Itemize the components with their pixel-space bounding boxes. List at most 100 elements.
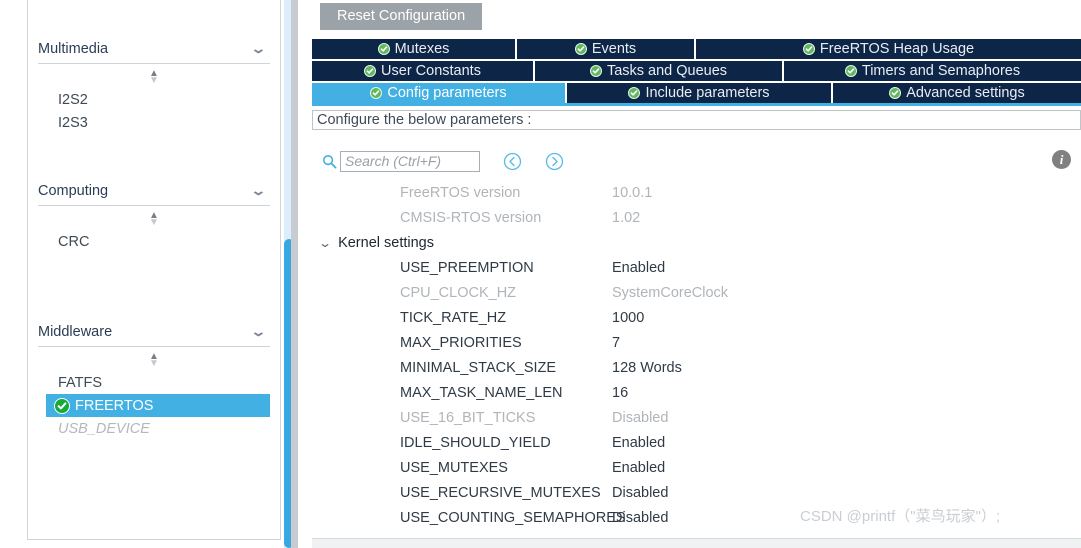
configure-hint-text: Configure the below parameters : — [317, 112, 532, 128]
check-circle-icon — [370, 87, 383, 99]
parameter-name: CMSIS-RTOS version — [400, 209, 542, 226]
parameter-name: FreeRTOS version — [400, 184, 521, 201]
check-circle-icon — [802, 43, 815, 55]
parameter-name: USE_RECURSIVE_MUTEXES — [400, 484, 601, 501]
tab-label: Include parameters — [645, 85, 770, 101]
search-next-button[interactable] — [544, 151, 564, 171]
check-circle-icon — [54, 397, 70, 414]
configure-hint-bar: Configure the below parameters : — [312, 110, 1081, 130]
chevron-down-icon: ⌄ — [250, 323, 267, 339]
parameter-row[interactable]: MAX_PRIORITIES 7 — [312, 330, 1081, 355]
info-icon[interactable]: i — [1052, 150, 1071, 169]
parameter-name: TICK_RATE_HZ — [400, 309, 507, 326]
tab-label: FreeRTOS Heap Usage — [819, 41, 975, 57]
sidebar-item-usb-device[interactable]: USB_DEVICE — [28, 417, 280, 440]
sort-updown-icon: ▲ ▼ — [149, 351, 159, 369]
parameter-name: CPU_CLOCK_HZ — [400, 284, 517, 301]
tab-user-constants[interactable]: User Constants — [312, 61, 535, 81]
tab-config-parameters[interactable]: Config parameters — [312, 83, 567, 103]
parameter-row[interactable]: IDLE_SHOULD_YIELD Enabled — [312, 430, 1081, 455]
tab-events[interactable]: Events — [517, 39, 696, 59]
sort-updown-icon: ▲ ▼ — [149, 68, 159, 86]
parameter-value: Enabled — [612, 259, 666, 276]
chevron-down-icon: ⌄ — [317, 235, 333, 250]
sidebar-item-label: FATFS — [58, 374, 103, 391]
tab-label: Events — [591, 41, 637, 57]
sidebar-item-fatfs[interactable]: FATFS — [28, 371, 280, 394]
parameter-list: FreeRTOS version 10.0.1 CMSIS-RTOS versi… — [312, 180, 1081, 530]
tab-timers-and-semaphores[interactable]: Timers and Semaphores — [784, 61, 1081, 81]
sidebar-section-title: Middleware — [38, 323, 113, 340]
check-circle-icon — [377, 43, 390, 55]
sidebar-section-middleware[interactable]: Middleware ⌄ — [38, 317, 270, 347]
parameter-name: USE_PREEMPTION — [400, 259, 534, 276]
tab-include-parameters[interactable]: Include parameters — [567, 83, 833, 103]
parameter-group-label: Kernel settings — [338, 234, 434, 251]
sort-updown-icon: ▲ ▼ — [149, 210, 159, 228]
check-circle-icon — [844, 65, 857, 77]
sidebar-item-i2s3[interactable]: I2S3 — [28, 111, 280, 134]
parameter-name: MINIMAL_STACK_SIZE — [400, 359, 557, 376]
panel-divider — [291, 0, 298, 548]
parameter-row[interactable]: MINIMAL_STACK_SIZE 128 Words — [312, 355, 1081, 380]
parameter-group-kernel-settings[interactable]: ⌄ Kernel settings — [312, 230, 1081, 255]
watermark-text: CSDN @printf（"菜鸟玩家"）; — [800, 508, 1001, 525]
parameter-row[interactable]: CPU_CLOCK_HZ SystemCoreClock — [312, 280, 1081, 305]
sidebar-sorter-middleware[interactable]: ▲ ▼ — [28, 349, 280, 371]
parameter-name: MAX_TASK_NAME_LEN — [400, 384, 563, 401]
tab-mutexes[interactable]: Mutexes — [312, 39, 517, 59]
tab-label: Advanced settings — [906, 85, 1025, 101]
parameter-name: MAX_PRIORITIES — [400, 334, 522, 351]
parameter-value: Enabled — [612, 459, 666, 476]
sidebar-section-multimedia[interactable]: Multimedia ⌄ — [38, 34, 270, 64]
sidebar-section-computing[interactable]: Computing ⌄ — [38, 176, 270, 206]
tab-row-3: Config parameters Include parameters Adv… — [312, 83, 1081, 103]
parameter-name: USE_MUTEXES — [400, 459, 508, 476]
sidebar-sorter-multimedia[interactable]: ▲ ▼ — [28, 66, 280, 88]
parameter-value: 128 Words — [612, 359, 682, 376]
parameter-row[interactable]: USE_PREEMPTION Enabled — [312, 255, 1081, 280]
tab-tasks-and-queues[interactable]: Tasks and Queues — [535, 61, 784, 81]
tab-freertos-heap-usage[interactable]: FreeRTOS Heap Usage — [696, 39, 1081, 59]
tab-label: Tasks and Queues — [606, 63, 728, 79]
sidebar-item-label: I2S3 — [58, 114, 88, 131]
parameter-row[interactable]: USE_MUTEXES Enabled — [312, 455, 1081, 480]
toolbar: Reset Configuration — [312, 0, 1081, 30]
search-previous-button[interactable] — [502, 151, 522, 171]
parameter-row[interactable]: TICK_RATE_HZ 1000 — [312, 305, 1081, 330]
parameter-value: 7 — [612, 334, 621, 351]
sidebar-item-crc[interactable]: CRC — [28, 230, 280, 253]
check-circle-icon — [364, 65, 377, 77]
tab-advanced-settings[interactable]: Advanced settings — [833, 83, 1081, 103]
sidebar-item-i2s2[interactable]: I2S2 — [28, 88, 280, 111]
sidebar-panel: USB Multimedia ⌄ ▲▼ I2S2 I2S3 Computi — [27, 0, 281, 540]
parameter-row[interactable]: MAX_TASK_NAME_LEN 16 — [312, 380, 1081, 405]
sidebar-item-freertos[interactable]: FREERTOS — [46, 394, 270, 417]
parameter-row[interactable]: USE_RECURSIVE_MUTEXES Disabled — [312, 480, 1081, 505]
parameter-name: USE_16_BIT_TICKS — [400, 409, 536, 426]
tab-row-1: Mutexes Events FreeRTOS Heap Usage — [312, 39, 1081, 59]
parameter-row[interactable]: USE_16_BIT_TICKS Disabled — [312, 405, 1081, 430]
parameter-value: 1.02 — [612, 209, 641, 226]
sidebar-item-label: USB_DEVICE — [58, 420, 150, 437]
reset-configuration-button[interactable]: Reset Configuration — [320, 3, 483, 30]
parameter-value: SystemCoreClock — [612, 284, 729, 301]
check-circle-icon — [889, 87, 902, 99]
bottom-strip — [312, 538, 1081, 548]
parameter-value: 16 — [612, 384, 629, 401]
tab-label: Config parameters — [387, 85, 507, 101]
parameter-row[interactable]: FreeRTOS version 10.0.1 — [312, 180, 1081, 205]
search-icon — [320, 152, 338, 170]
search-input[interactable] — [340, 150, 480, 172]
parameter-value: Disabled — [612, 409, 669, 426]
chevron-down-icon: ⌄ — [250, 40, 267, 56]
sidebar-sorter-computing[interactable]: ▲ ▼ — [28, 208, 280, 230]
component-sidebar: USB Multimedia ⌄ ▲▼ I2S2 I2S3 Computi — [0, 0, 297, 548]
parameter-name: USE_COUNTING_SEMAPHORES — [400, 509, 626, 526]
check-circle-icon — [628, 87, 641, 99]
chevron-down-icon: ⌄ — [250, 182, 267, 198]
sidebar-section-title: Multimedia — [38, 40, 109, 57]
tab-label: Timers and Semaphores — [861, 63, 1021, 79]
parameter-row[interactable]: CMSIS-RTOS version 1.02 — [312, 205, 1081, 230]
parameter-name: IDLE_SHOULD_YIELD — [400, 434, 551, 451]
